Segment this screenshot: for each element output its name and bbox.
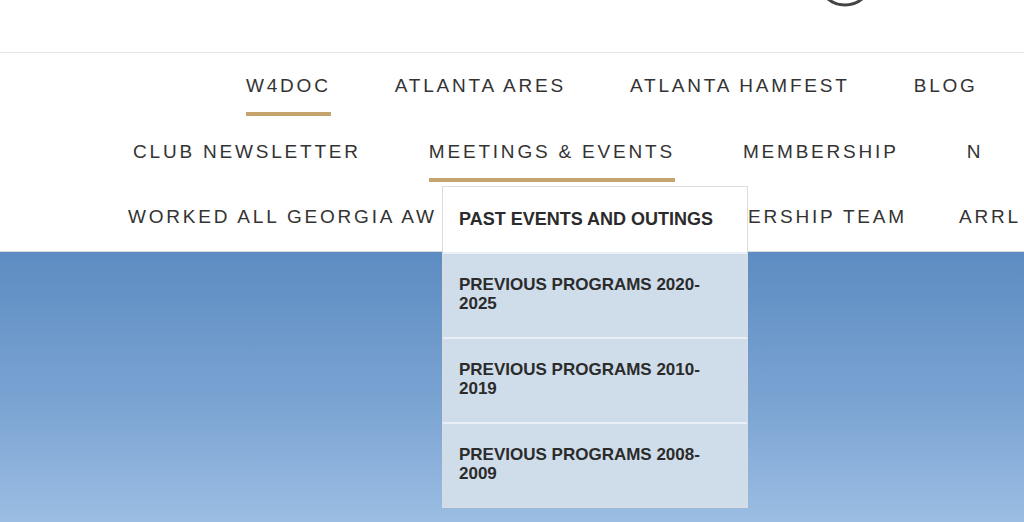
- nav-row: CLUB NEWSLETTER MEETINGS & EVENTS MEMBERSH…: [0, 119, 1024, 185]
- nav-row: W4DOC ATLANTA ARES ATLANTA HAMFEST BLOG: [0, 53, 1024, 119]
- page: W4DOCATLANTA ARESATLANTA HAMFESTBLOGCLUB…: [0, 0, 1024, 522]
- nav-link[interactable]: ERSHIP TEAM: [748, 205, 907, 247]
- nav-link[interactable]: MEMBERSHIP: [743, 140, 899, 182]
- dropdown-item[interactable]: PREVIOUS PROGRAMS 2008-2009: [443, 422, 747, 507]
- site-header: [0, 0, 1024, 53]
- nav-link[interactable]: BLOG: [914, 74, 978, 116]
- nav-link[interactable]: ATLANTA HAMFEST: [630, 74, 850, 116]
- dropdown-item[interactable]: PREVIOUS PROGRAMS 2010-2019: [443, 337, 747, 422]
- events-dropdown: PAST EVENTS AND OUTINGSPREVIOUS PROGRAMS…: [442, 186, 748, 508]
- nav-link[interactable]: N: [967, 140, 984, 182]
- nav-link[interactable]: W4DOC: [246, 74, 331, 116]
- nav-link[interactable]: MEETINGS & EVENTS: [429, 140, 675, 182]
- nav-link[interactable]: CLUB NEWSLETTER: [133, 140, 361, 182]
- nav-link[interactable]: ARRL: [959, 205, 1021, 247]
- dropdown-item[interactable]: PAST EVENTS AND OUTINGS: [443, 187, 747, 252]
- nav-link[interactable]: WORKED ALL GEORGIA AW: [128, 205, 437, 247]
- nav-link[interactable]: ATLANTA ARES: [395, 74, 566, 116]
- dropdown-item[interactable]: PREVIOUS PROGRAMS 2020-2025: [443, 252, 747, 337]
- club-logo-icon[interactable]: [815, 0, 875, 52]
